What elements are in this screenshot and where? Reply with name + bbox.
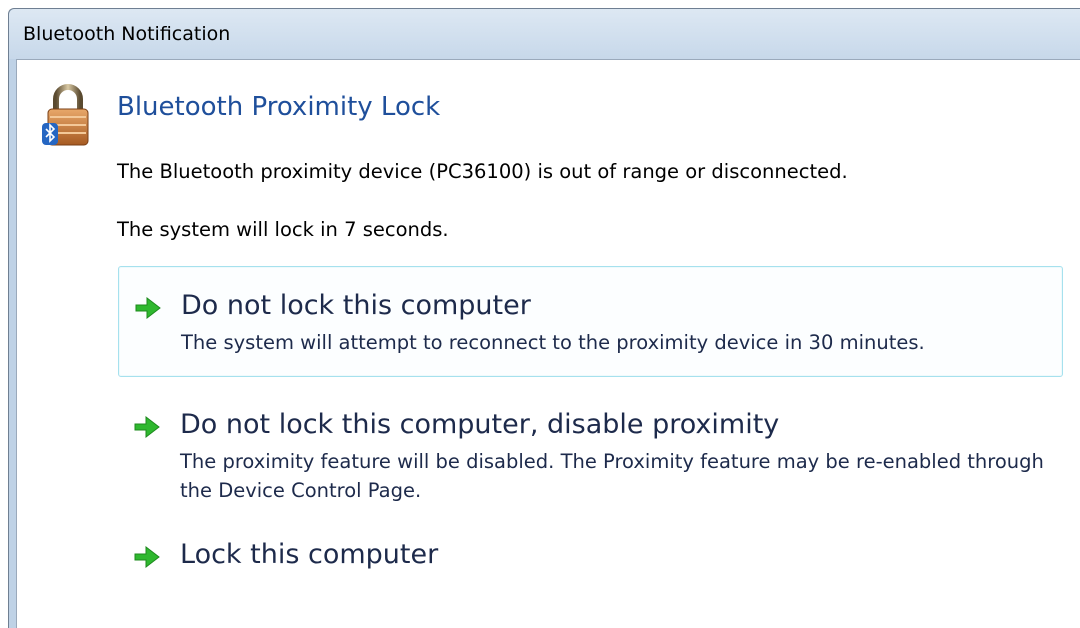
green-arrow-icon bbox=[134, 546, 160, 568]
green-arrow-icon bbox=[135, 297, 161, 319]
option-description: The system will attempt to reconnect to … bbox=[181, 331, 925, 354]
dialog-heading: Bluetooth Proximity Lock bbox=[117, 92, 441, 122]
option-title: Do not lock this computer, disable proxi… bbox=[180, 409, 780, 440]
option-title: Lock this computer bbox=[180, 539, 439, 570]
countdown-message: The system will lock in 7 seconds. bbox=[117, 218, 449, 241]
status-message: The Bluetooth proximity device (PC36100)… bbox=[117, 160, 848, 183]
dialog-content: Bluetooth Proximity Lock The Bluetooth p… bbox=[16, 59, 1080, 628]
window-title: Bluetooth Notification bbox=[23, 23, 231, 45]
option-lock-computer[interactable]: Lock this computer bbox=[118, 520, 1063, 580]
title-bar[interactable]: Bluetooth Notification bbox=[9, 9, 1080, 59]
bluetooth-padlock-icon bbox=[42, 84, 89, 146]
option-title: Do not lock this computer bbox=[181, 290, 531, 321]
dialog-window: Bluetooth Notification Bluetooth Proximi… bbox=[8, 8, 1080, 628]
option-do-not-lock[interactable]: Do not lock this computer The system wil… bbox=[118, 266, 1063, 377]
option-disable-proximity[interactable]: Do not lock this computer, disable proxi… bbox=[118, 378, 1063, 502]
option-description: The proximity feature will be disabled. … bbox=[180, 450, 1044, 502]
green-arrow-icon bbox=[134, 416, 160, 438]
